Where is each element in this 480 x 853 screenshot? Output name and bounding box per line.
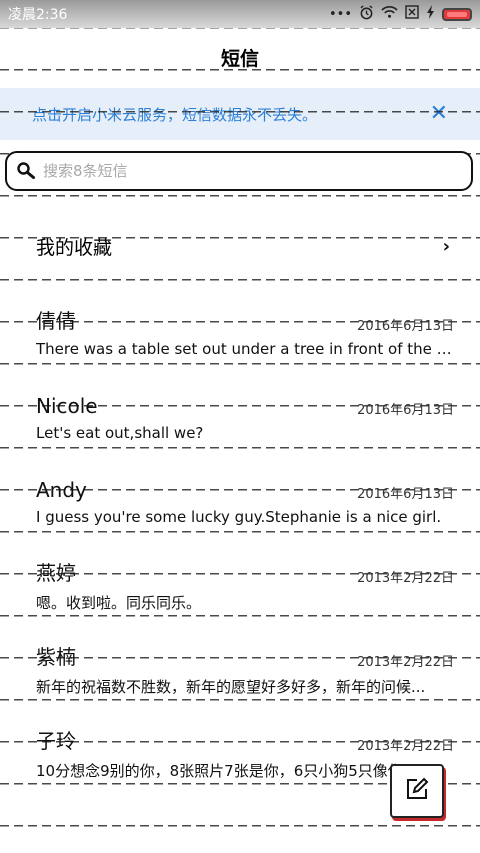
conversation-item[interactable]: Andy 2016年6月13日 I guess you're some luck… (0, 472, 480, 552)
contact-name: 倩倩 (36, 309, 76, 333)
message-snippet: I guess you're some lucky guy.Stephanie … (36, 508, 442, 526)
compose-button[interactable] (390, 764, 444, 818)
alarm-icon (359, 4, 374, 24)
message-snippet: Let's eat out,shall we? (36, 424, 204, 442)
sim-icon (405, 5, 419, 23)
message-date: 2016年6月13日 (357, 319, 454, 334)
banner-text[interactable]: 点击开启小米云服务，短信数据永不丢失。 (32, 104, 317, 125)
contact-name: 燕婷 (36, 561, 76, 585)
compose-icon (405, 777, 429, 805)
favorites-label: 我的收藏 (36, 236, 113, 259)
search-bar[interactable] (5, 151, 473, 191)
message-snippet: 新年的祝福数不胜数，新年的愿望好多好多，新年的问候... (36, 678, 426, 696)
contact-name: 紫楠 (36, 645, 76, 669)
search-icon (15, 160, 37, 182)
cloud-service-banner[interactable]: 点击开启小米云服务，短信数据永不丢失。 ✕ (0, 88, 480, 140)
close-icon[interactable]: ✕ (430, 103, 448, 125)
contact-name: Andy (36, 478, 87, 502)
message-date: 2016年6月13日 (357, 403, 454, 418)
conversation-item[interactable]: 燕婷 2013年2月22日 嗯。收到啦。同乐同乐。 (0, 556, 480, 636)
message-date: 2016年6月13日 (357, 487, 454, 502)
charging-icon (426, 5, 435, 23)
status-bar: 凌晨2:36 ••• (0, 0, 480, 28)
more-dots-icon: ••• (328, 6, 352, 22)
message-date: 2013年2月22日 (357, 739, 454, 754)
wifi-icon (381, 5, 398, 23)
contact-name: Nicole (36, 394, 98, 418)
message-date: 2013年2月22日 (357, 571, 454, 586)
search-input[interactable] (43, 162, 443, 180)
contact-name: 子玲 (36, 729, 76, 753)
conversation-item[interactable]: Nicole 2016年6月13日 Let's eat out,shall we… (0, 388, 480, 468)
conversation-item[interactable]: 紫楠 2013年2月22日 新年的祝福数不胜数，新年的愿望好多好多，新年的问候.… (0, 640, 480, 720)
favorites-entry[interactable]: 我的收藏 › (0, 224, 480, 268)
status-time: 凌晨2:36 (8, 7, 68, 23)
battery-icon (442, 7, 472, 21)
header: 短信 (0, 28, 480, 86)
status-icons: ••• (328, 4, 472, 24)
chevron-right-icon: › (442, 235, 450, 257)
conversation-item[interactable]: 倩倩 2016年6月13日 There was a table set out … (0, 304, 480, 384)
page-title: 短信 (220, 47, 259, 70)
message-date: 2013年2月22日 (357, 655, 454, 670)
message-snippet: There was a table set out under a tree i… (36, 340, 454, 358)
message-snippet: 嗯。收到啦。同乐同乐。 (36, 594, 202, 612)
